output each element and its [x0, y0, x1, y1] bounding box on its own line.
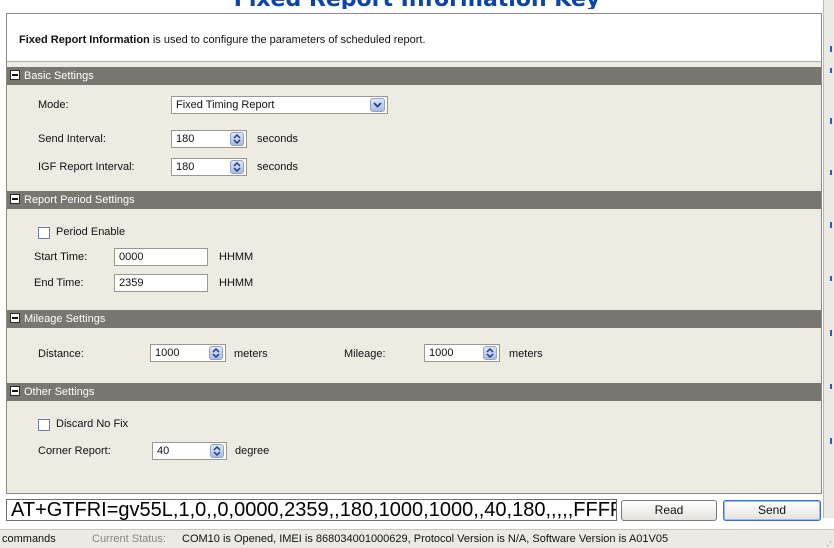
mileage-spinner[interactable]: 1000	[424, 344, 500, 362]
discard-no-fix-checkbox[interactable]	[38, 419, 50, 431]
discard-no-fix-label: Discard No Fix	[56, 418, 129, 430]
distance-value: 1000	[155, 347, 180, 359]
collapse-icon[interactable]	[10, 70, 20, 80]
section-title-mileage: Mileage Settings	[24, 313, 106, 325]
page-title: Fixed Report Information Key	[0, 0, 834, 9]
igf-interval-unit: seconds	[257, 161, 298, 173]
end-time-input[interactable]: 2359	[114, 274, 208, 292]
spinner-arrows-icon[interactable]	[210, 444, 224, 458]
section-header-basic[interactable]: Basic Settings	[7, 67, 821, 85]
section-header-period[interactable]: Report Period Settings	[7, 191, 821, 209]
spinner-arrows-icon[interactable]	[483, 346, 497, 360]
spinner-arrows-icon[interactable]	[209, 346, 223, 360]
section-title-period: Report Period Settings	[24, 194, 135, 206]
info-text: Fixed Report Information is used to conf…	[19, 34, 426, 46]
end-time-label: End Time:	[34, 277, 84, 289]
status-label: Current Status:	[92, 533, 166, 545]
corner-report-unit: degree	[235, 445, 270, 457]
section-title-basic: Basic Settings	[24, 70, 94, 82]
chevron-down-icon[interactable]	[370, 98, 385, 112]
period-enable-label: Period Enable	[56, 226, 126, 238]
igf-interval-spinner[interactable]: 180	[171, 158, 247, 176]
start-time-input[interactable]: 0000	[114, 248, 208, 266]
collapse-icon[interactable]	[10, 194, 20, 204]
end-time-unit: HHMM	[219, 277, 254, 289]
mileage-unit: meters	[509, 348, 543, 360]
corner-report-spinner[interactable]: 40	[152, 442, 227, 460]
period-enable-checkbox[interactable]	[38, 227, 50, 239]
status-commands: commands	[2, 533, 56, 545]
send-button[interactable]: Send	[723, 500, 821, 521]
fixed-report-panel: Fixed Report Information is used to conf…	[6, 13, 822, 494]
send-interval-label: Send Interval:	[38, 133, 106, 145]
igf-interval-value: 180	[176, 161, 195, 173]
corner-report-value: 40	[157, 445, 170, 457]
mileage-label: Mileage:	[344, 348, 386, 360]
collapse-icon[interactable]	[10, 313, 20, 323]
mode-label: Mode:	[38, 99, 69, 111]
start-time-label: Start Time:	[34, 251, 88, 263]
mileage-value: 1000	[429, 347, 454, 359]
mode-value: Fixed Timing Report	[176, 99, 275, 111]
start-time-unit: HHMM	[219, 251, 254, 263]
collapse-icon[interactable]	[10, 386, 20, 396]
section-header-other[interactable]: Other Settings	[7, 383, 821, 401]
read-button[interactable]: Read	[621, 500, 717, 521]
send-interval-value: 180	[176, 133, 195, 145]
distance-label: Distance:	[38, 348, 84, 360]
status-text: COM10 is Opened, IMEI is 868034001000629…	[182, 533, 669, 545]
right-edge-strip	[823, 0, 834, 518]
info-rest: is used to configure the parameters of s…	[149, 34, 426, 46]
section-header-mileage[interactable]: Mileage Settings	[7, 310, 821, 328]
command-output[interactable]: AT+GTFRI=gv55L,1,0,,0,0000,2359,,180,100…	[6, 499, 617, 521]
distance-spinner[interactable]: 1000	[150, 344, 226, 362]
send-interval-spinner[interactable]: 180	[171, 130, 247, 148]
section-title-other: Other Settings	[24, 386, 95, 398]
corner-report-label: Corner Report:	[38, 445, 111, 457]
mode-select[interactable]: Fixed Timing Report	[171, 96, 388, 114]
status-bar: commands Current Status: COM10 is Opened…	[0, 529, 834, 548]
info-bold: Fixed Report Information	[19, 34, 150, 46]
send-interval-unit: seconds	[257, 133, 298, 145]
distance-unit: meters	[234, 348, 268, 360]
spinner-arrows-icon[interactable]	[230, 160, 244, 174]
spinner-arrows-icon[interactable]	[230, 132, 244, 146]
igf-interval-label: IGF Report Interval:	[38, 161, 135, 173]
info-box: Fixed Report Information is used to conf…	[7, 14, 821, 62]
resize-grip-icon[interactable]: ⋰	[823, 536, 832, 548]
